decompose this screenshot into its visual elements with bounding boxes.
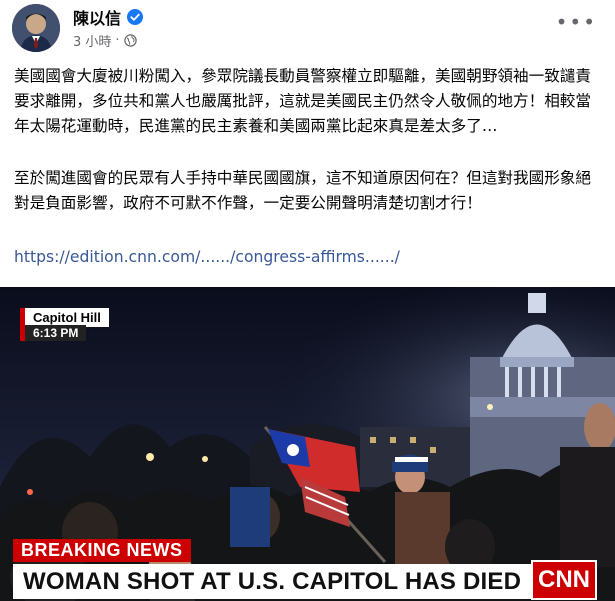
post-time[interactable]: 3 小時: [73, 31, 111, 50]
post-text-paragraph-2: 至於闖進國會的民眾有人手持中華民國國旗，這不知道原因何在？但這對我國形象絕對是負…: [14, 169, 591, 212]
post-text-paragraph-1: 美國國會大廈被川粉闖入，參眾院議長動員警察權立即驅離，美國朝野領袖一致譴責要求離…: [14, 67, 591, 135]
avatar[interactable]: [12, 4, 60, 52]
globe-icon: [123, 34, 137, 47]
video-thumbnail[interactable]: Capitol Hill 6:13 PM BREAKING NEWS WOMAN…: [0, 287, 615, 601]
time-badge: 6:13 PM: [20, 325, 87, 341]
more-options-icon[interactable]: •••: [556, 10, 597, 34]
breaking-news-banner: BREAKING NEWS: [13, 539, 191, 562]
cnn-logo: CNN: [531, 560, 597, 600]
post-header: 陳以信 3 小時 · •••: [0, 0, 615, 58]
article-link[interactable]: https://edition.cnn.com/....../congress-…: [14, 248, 400, 266]
news-headline: WOMAN SHOT AT U.S. CAPITOL HAS DIED: [13, 564, 539, 599]
verified-badge-icon: [127, 9, 144, 25]
post-meta: 3 小時 ·: [73, 31, 137, 50]
author-name-row: 陳以信: [73, 5, 144, 29]
meta-separator: ·: [115, 33, 120, 48]
avatar-image: [12, 4, 60, 52]
author-name[interactable]: 陳以信: [73, 5, 121, 29]
